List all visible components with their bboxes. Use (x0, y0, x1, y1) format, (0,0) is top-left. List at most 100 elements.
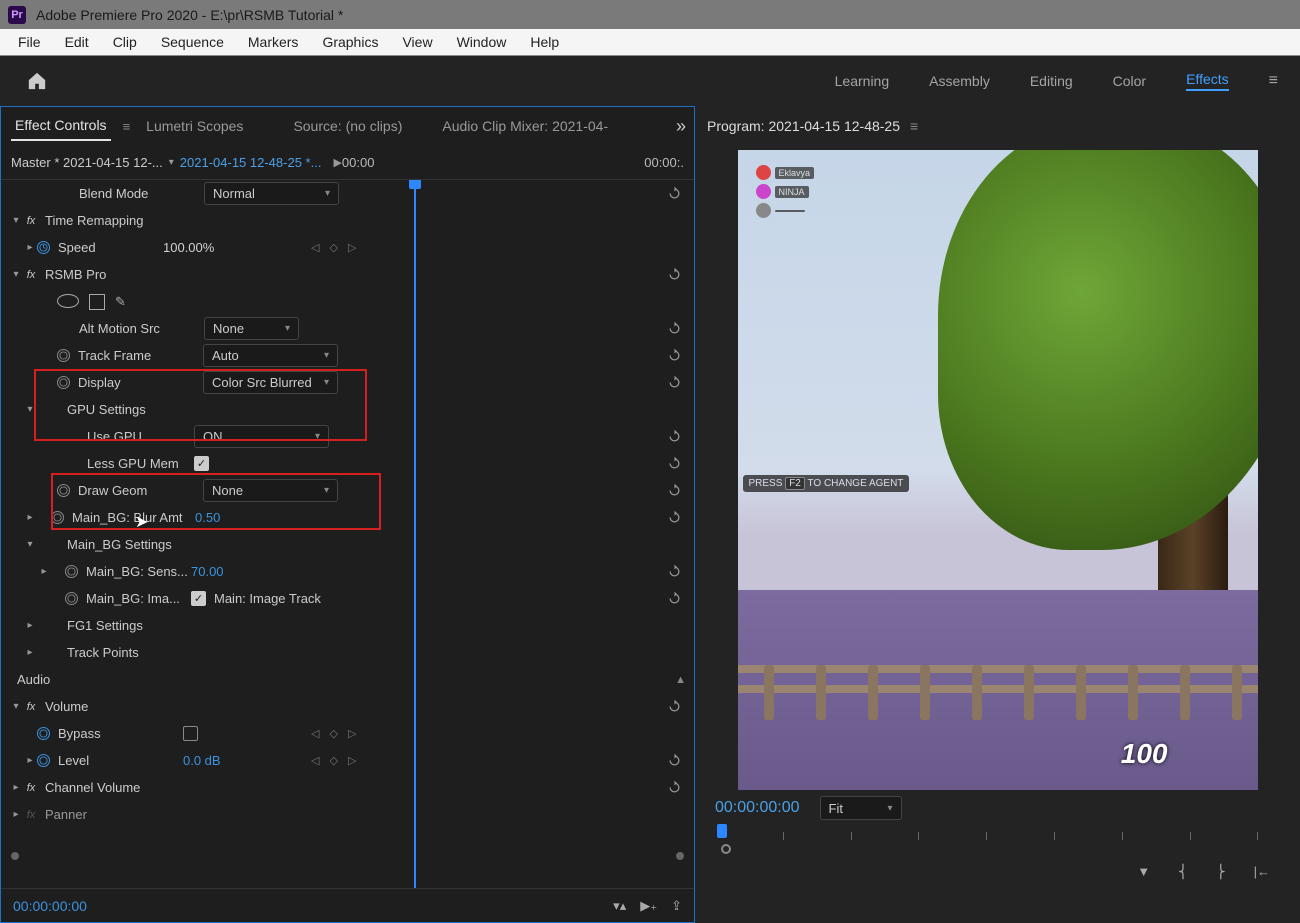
workspace-editing[interactable]: Editing (1030, 73, 1073, 89)
panel-menu-icon[interactable]: ≡ (123, 119, 131, 134)
workspace-color[interactable]: Color (1113, 73, 1146, 89)
draw-geom-select[interactable]: None▾ (203, 479, 338, 502)
menu-edit[interactable]: Edit (53, 30, 101, 54)
fx-icon[interactable]: fx (23, 267, 39, 283)
workspace-effects[interactable]: Effects (1186, 71, 1229, 91)
filter-icon[interactable]: ▾▴ (613, 898, 626, 914)
menu-view[interactable]: View (390, 30, 444, 54)
workspace-menu-icon[interactable]: ≡ (1269, 72, 1278, 90)
reset-button[interactable] (664, 454, 684, 474)
go-to-in-button[interactable]: |← (1254, 864, 1270, 880)
reset-button[interactable] (664, 346, 684, 366)
menu-clip[interactable]: Clip (101, 30, 149, 54)
keyframe-controls[interactable]: ◁◇▷ (311, 241, 356, 254)
collapse-icon[interactable]: ▲ (675, 674, 686, 686)
reset-button[interactable] (664, 373, 684, 393)
stopwatch-icon[interactable] (37, 241, 50, 254)
twirl-icon[interactable]: ▾ (9, 269, 23, 280)
twirl-icon[interactable]: ▸ (23, 755, 37, 766)
menu-help[interactable]: Help (518, 30, 571, 54)
tab-overflow-icon[interactable]: » (676, 116, 686, 137)
reset-button[interactable] (664, 508, 684, 528)
alt-motion-select[interactable]: None▾ (204, 317, 299, 340)
stopwatch-icon[interactable] (37, 754, 50, 767)
reset-button[interactable] (664, 427, 684, 447)
bypass-checkbox[interactable] (183, 726, 198, 741)
stopwatch-icon[interactable] (57, 349, 70, 362)
scrollbar-handle[interactable] (11, 852, 19, 860)
reset-button[interactable] (664, 481, 684, 501)
pen-mask-button[interactable]: ✎ (115, 294, 126, 310)
out-point-button[interactable]: ⎬ (1216, 864, 1226, 880)
sens-value[interactable]: 70.00 (191, 564, 224, 579)
stopwatch-icon[interactable] (57, 376, 70, 389)
marker-button[interactable]: ▼ (1137, 864, 1150, 880)
twirl-icon[interactable]: ▸ (23, 647, 37, 658)
twirl-icon[interactable]: ▾ (9, 701, 23, 712)
rectangle-mask-button[interactable] (89, 294, 105, 310)
reset-button[interactable] (664, 589, 684, 609)
reset-button[interactable] (664, 562, 684, 582)
use-gpu-select[interactable]: ON▾ (194, 425, 329, 448)
image-track-checkbox[interactable]: ✓ (191, 591, 206, 606)
program-monitor-viewport[interactable]: Eklavya NINJA PRESS F2 TO CHANGE AGENT 1… (738, 150, 1258, 790)
twirl-icon[interactable]: ▸ (23, 620, 37, 631)
menu-window[interactable]: Window (445, 30, 519, 54)
playhead-icon[interactable] (717, 824, 727, 838)
less-gpu-mem-checkbox[interactable]: ✓ (194, 456, 209, 471)
tab-lumetri-scopes[interactable]: Lumetri Scopes (142, 112, 247, 140)
twirl-icon[interactable]: ▾ (9, 215, 23, 226)
fx-icon[interactable]: fx (23, 699, 39, 715)
fx-icon[interactable]: fx (23, 780, 39, 796)
stopwatch-icon[interactable] (65, 565, 78, 578)
timecode-display[interactable]: 00:00:00:00 (13, 898, 87, 914)
twirl-icon[interactable]: ▾ (23, 404, 37, 415)
reset-button[interactable] (664, 751, 684, 771)
tab-effect-controls[interactable]: Effect Controls (11, 111, 111, 141)
menu-file[interactable]: File (6, 30, 53, 54)
keyframe-controls[interactable]: ◁◇▷ (311, 727, 356, 740)
fx-icon[interactable]: fx (23, 213, 39, 229)
play-icon[interactable]: ▶ (333, 156, 341, 169)
reset-button[interactable] (664, 184, 684, 204)
reset-button[interactable] (664, 265, 684, 285)
program-timeline-ruler[interactable] (715, 826, 1280, 856)
tab-audio-mixer[interactable]: Audio Clip Mixer: 2021-04- (438, 112, 612, 140)
reset-button[interactable] (664, 697, 684, 717)
workspace-assembly[interactable]: Assembly (929, 73, 990, 89)
menu-graphics[interactable]: Graphics (310, 30, 390, 54)
twirl-icon[interactable]: ▾ (23, 539, 37, 550)
display-select[interactable]: Color Src Blurred▾ (203, 371, 338, 394)
reset-button[interactable] (664, 778, 684, 798)
scrub-handle[interactable] (721, 844, 731, 854)
keyframe-controls[interactable]: ◁◇▷ (311, 754, 356, 767)
fx-icon[interactable]: fx (23, 807, 39, 823)
stopwatch-icon[interactable] (65, 592, 78, 605)
track-frame-select[interactable]: Auto▾ (203, 344, 338, 367)
menu-sequence[interactable]: Sequence (149, 30, 236, 54)
home-button[interactable] (22, 66, 52, 96)
share-icon[interactable]: ⇪ (671, 898, 682, 914)
ellipse-mask-button[interactable] (57, 294, 79, 308)
twirl-icon[interactable]: ▸ (9, 782, 23, 793)
blend-mode-select[interactable]: Normal▾ (204, 182, 339, 205)
in-point-button[interactable]: ⎨ (1178, 864, 1188, 880)
blur-amt-value[interactable]: 0.50 (195, 510, 220, 525)
twirl-icon[interactable]: ▸ (9, 809, 23, 820)
stopwatch-icon[interactable] (57, 484, 70, 497)
zoom-select[interactable]: Fit▾ (820, 796, 902, 820)
twirl-icon[interactable]: ▸ (23, 242, 37, 253)
speed-value[interactable]: 100.00% (163, 240, 214, 255)
mini-timeline[interactable]: ▶ 00:00 00:00:. (327, 145, 694, 180)
sequence-link[interactable]: 2021-04-15 12-48-25 *... (180, 155, 322, 170)
stopwatch-icon[interactable] (37, 727, 50, 740)
program-timecode[interactable]: 00:00:00:00 (715, 799, 800, 817)
menu-markers[interactable]: Markers (236, 30, 311, 54)
twirl-icon[interactable]: ▸ (23, 512, 37, 523)
stopwatch-icon[interactable] (51, 511, 64, 524)
level-value[interactable]: 0.0 dB (183, 753, 221, 768)
panel-menu-icon[interactable]: ≡ (910, 118, 918, 134)
scrollbar-handle[interactable] (676, 852, 684, 860)
dropdown-icon[interactable]: ▾ (169, 157, 174, 168)
workspace-learning[interactable]: Learning (835, 73, 890, 89)
